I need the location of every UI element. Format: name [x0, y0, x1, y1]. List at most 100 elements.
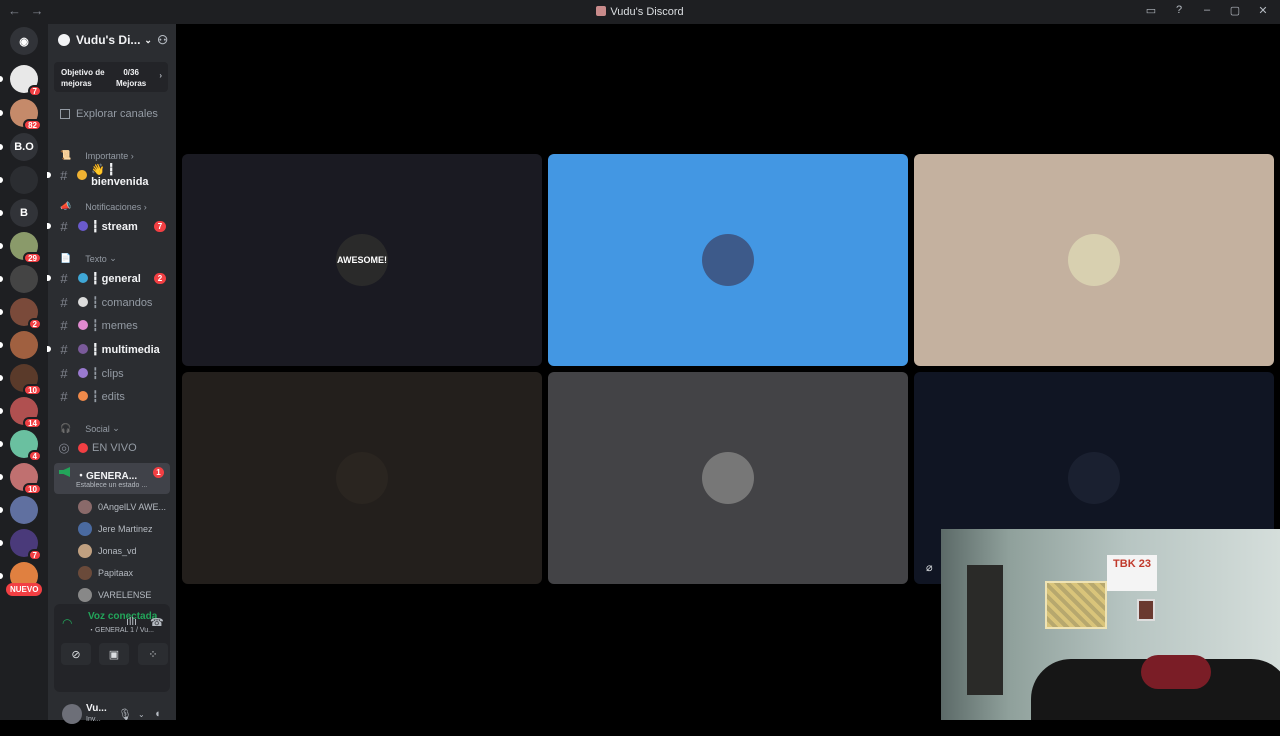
server-header[interactable]: Vudu's Di... ⌄ ⚇ — [48, 24, 176, 56]
add-member-icon[interactable]: ⚇ — [157, 33, 168, 47]
server-icon-1[interactable]: 82 — [10, 99, 42, 131]
activities-button[interactable]: ⁘ — [138, 643, 168, 665]
mention-badge: 2 — [154, 272, 166, 284]
noise-suppression-icon[interactable]: ıllı — [126, 616, 137, 628]
document-icon: 📄 — [60, 253, 72, 263]
channel-name: ┇ memes — [92, 319, 138, 332]
megaphone-icon: 📣 — [60, 201, 72, 211]
participant-avatar — [1068, 452, 1120, 504]
maximize-button[interactable]: ▢ — [1228, 4, 1242, 17]
voice-channel-badge: 1 — [153, 467, 164, 478]
server-icon-6[interactable] — [10, 265, 38, 293]
close-button[interactable]: ✕ — [1256, 4, 1270, 17]
server-icon-10[interactable]: 14 — [10, 397, 42, 429]
mention-badge: 7 — [154, 220, 166, 232]
member-name: Papitaax — [98, 568, 134, 578]
camera-off-button[interactable]: ⊘ — [61, 643, 91, 665]
category-social[interactable]: 🎧 Social ⌄ — [60, 423, 120, 434]
channel-item[interactable]: # ┇ memes — [56, 315, 172, 335]
voice-status-title[interactable]: Voz conectada — [88, 611, 157, 622]
channel-item[interactable]: # ┇ edits — [56, 386, 172, 406]
nuevo-badge[interactable]: NUEVO — [6, 583, 43, 596]
self-camera-feed[interactable]: TBK 23 — [941, 529, 1280, 720]
minimize-button[interactable]: – — [1200, 4, 1214, 17]
headphones-icon[interactable]: ◖ — [154, 708, 161, 720]
voice-member[interactable]: Jere Martinez — [78, 522, 153, 536]
video-tile[interactable] — [548, 372, 908, 584]
mention-badge: 7 — [27, 85, 42, 97]
unread-indicator — [0, 573, 3, 579]
channel-emoji-icon — [78, 320, 88, 330]
video-tile[interactable]: AWESOME! — [182, 154, 542, 366]
server-icon-12[interactable]: 10 — [10, 463, 42, 495]
video-tile[interactable] — [548, 154, 908, 366]
channel-item[interactable]: # ┇ clips — [56, 363, 172, 383]
video-tile[interactable] — [914, 154, 1274, 366]
unread-indicator — [47, 346, 51, 352]
server-icon-13[interactable] — [10, 496, 38, 524]
server-icon-0[interactable]: 7 — [10, 65, 42, 97]
boost-goal[interactable]: Objetivo de mejoras 0/36 Mejoras › — [54, 62, 168, 92]
voice-connected-panel: ◠ Voz conectada ・GENERAL 1 / Vu... ıllı … — [54, 604, 170, 692]
explore-channels[interactable]: Explorar canales — [60, 108, 158, 120]
camera-scene-poster — [1045, 581, 1107, 629]
unread-indicator — [0, 76, 3, 82]
explore-label: Explorar canales — [76, 108, 158, 120]
muted-mic-icon: ⌀ — [926, 562, 933, 574]
voice-member[interactable]: VARELENSE — [78, 588, 151, 602]
server-icon-7[interactable]: 2 — [10, 298, 42, 330]
mention-badge: 29 — [23, 252, 42, 264]
hash-icon: # — [60, 317, 68, 333]
voice-channel-status[interactable]: Establece un estado ... — [76, 482, 147, 489]
microphone-icon[interactable]: 🎙 — [118, 708, 132, 721]
unread-indicator — [0, 309, 3, 315]
camera-scene-frame — [1137, 599, 1155, 621]
server-icon-3[interactable] — [10, 166, 38, 194]
inbox-icon[interactable]: ▭ — [1144, 4, 1158, 17]
category-notificaciones[interactable]: 📣 Notificaciones › — [60, 201, 147, 212]
channel-name: EN VIVO — [92, 442, 137, 454]
video-tile[interactable] — [182, 372, 542, 584]
voice-member[interactable]: Papitaax — [78, 566, 133, 580]
server-icon-2[interactable]: B.O — [10, 133, 38, 161]
discord-home-icon[interactable]: ◉ — [10, 27, 38, 55]
voice-member[interactable]: Jonas_vd — [78, 544, 137, 558]
channel-en-vivo[interactable]: ◎ EN VIVO — [56, 438, 172, 458]
channel-item[interactable]: # ┇ general 2 — [47, 268, 172, 288]
channel-item[interactable]: # ┇ stream 7 — [47, 216, 172, 236]
avatar-text: AWESOME! — [336, 255, 387, 265]
channel-emoji-icon — [78, 368, 88, 378]
category-importante[interactable]: 📜 Importante › — [60, 150, 134, 161]
server-icon-8[interactable] — [10, 331, 38, 359]
server-icon-4[interactable]: B — [10, 199, 38, 227]
mention-badge: 10 — [23, 384, 42, 396]
server-icon-11[interactable]: 4 — [10, 430, 42, 462]
disconnect-icon[interactable]: ☎ — [150, 616, 164, 629]
voice-member[interactable]: 0AngelLV AWE... — [78, 500, 166, 514]
avatar[interactable] — [62, 704, 82, 724]
headphones-icon: 🎧 — [60, 423, 72, 433]
channel-item[interactable]: # ┇ comandos — [56, 292, 172, 312]
mic-chevron-icon[interactable]: ⌄ — [138, 710, 145, 719]
channel-name: 👋 ┇ bienvenida — [91, 163, 149, 188]
channel-item[interactable]: # 👋 ┇ bienvenida — [47, 163, 172, 188]
camera-scene-door — [967, 565, 1003, 695]
mention-badge: 14 — [23, 417, 42, 429]
channel-emoji-icon — [78, 273, 88, 283]
avatar — [78, 522, 92, 536]
chevron-icon: ⌄ — [109, 253, 117, 263]
help-icon[interactable]: ? — [1172, 4, 1186, 17]
avatar — [78, 588, 92, 602]
member-name: VARELENSE — [98, 590, 152, 600]
participant-avatar — [702, 234, 754, 286]
signal-icon[interactable]: ◠ — [62, 616, 78, 632]
voice-channel-general[interactable]: ・GENERA... Establece un estado ... 1 — [54, 463, 170, 494]
server-icon-5[interactable]: 29 — [10, 232, 42, 264]
unread-indicator — [0, 507, 3, 513]
category-label: Texto — [85, 253, 107, 264]
category-texto[interactable]: 📄 Texto ⌄ — [60, 253, 117, 264]
server-icon-14[interactable]: 7 — [10, 529, 42, 561]
channel-item[interactable]: # ┇ multimedia — [47, 339, 172, 359]
server-icon-9[interactable]: 10 — [10, 364, 42, 396]
screen-share-button[interactable]: ▣ — [99, 643, 129, 665]
